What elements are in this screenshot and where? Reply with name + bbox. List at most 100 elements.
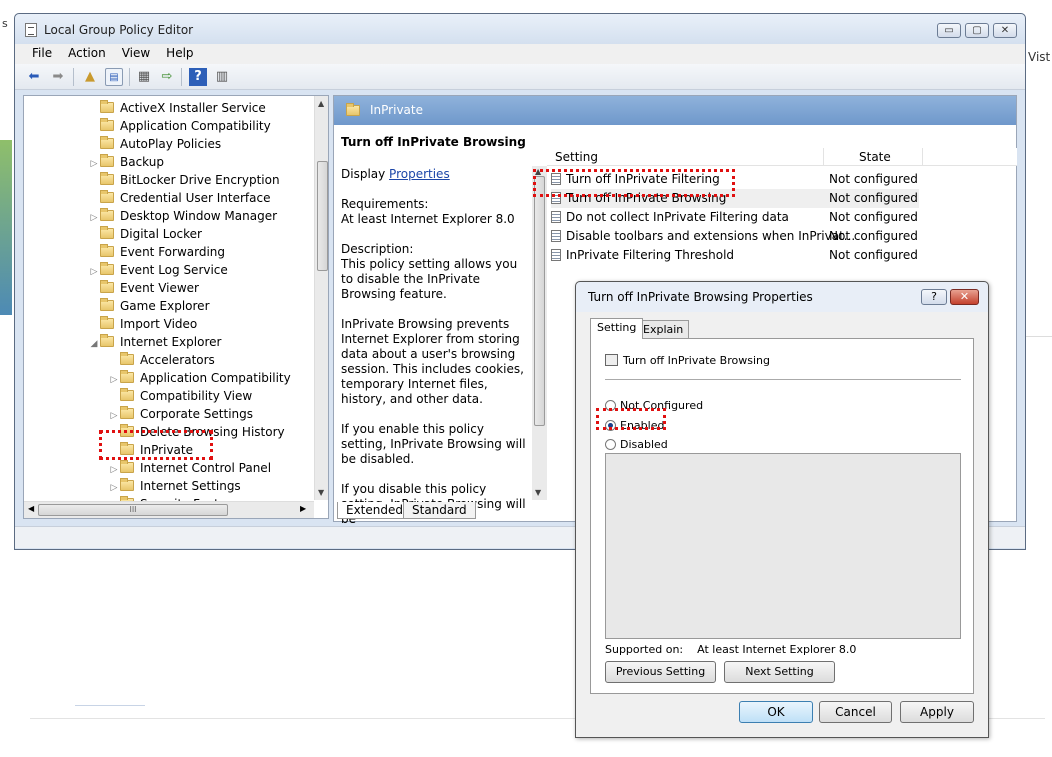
toolbar-separator [73, 68, 74, 86]
highlight-enabled-option [596, 408, 666, 430]
tree-item[interactable]: ▷ Corporate Settings [108, 405, 253, 423]
scroll-left-icon[interactable]: ◀ [28, 504, 34, 513]
supported-on: Supported on: At least Internet Explorer … [605, 643, 856, 656]
description-scrollbar[interactable]: ▲ ▼ [532, 166, 547, 500]
scroll-thumb[interactable] [534, 176, 545, 426]
tree-item[interactable]: Game Explorer [88, 297, 210, 315]
close-button[interactable]: ✕ [993, 23, 1017, 38]
tree-item[interactable]: ▷ Backup [88, 153, 164, 171]
properties-icon[interactable]: ▦ [135, 68, 153, 86]
folder-icon [100, 316, 114, 329]
tree-horizontal-scrollbar[interactable]: ◀ III ▶ [24, 501, 314, 518]
ok-button[interactable]: OK [739, 701, 813, 723]
description-text: If you enable this policy setting, InPri… [341, 422, 526, 466]
description-text: This policy setting allows you to disabl… [341, 257, 518, 301]
tree-item-label: Event Viewer [120, 281, 199, 295]
tree-item[interactable]: AutoPlay Policies [88, 135, 221, 153]
folder-icon [120, 370, 134, 383]
folder-icon [120, 352, 134, 365]
title-bar[interactable]: Local Group Policy Editor ▭ ▢ ✕ [15, 14, 1025, 44]
cancel-button[interactable]: Cancel [819, 701, 892, 723]
tree-item[interactable]: ▷ Application Compatibility [108, 369, 291, 387]
description-text: InPrivate Browsing prevents Internet Exp… [341, 317, 524, 406]
tree-item-label: Internet Explorer [120, 335, 222, 349]
menu-help[interactable]: Help [159, 44, 200, 64]
collapse-arrow-icon[interactable]: ◢ [88, 335, 100, 353]
forward-icon[interactable]: ➡ [49, 68, 67, 86]
next-setting-button[interactable]: Next Setting [724, 661, 835, 683]
tree-item-label: Backup [120, 155, 164, 169]
scroll-up-icon[interactable]: ▲ [318, 99, 324, 108]
show-hide-tree-icon[interactable]: ▤ [105, 68, 123, 86]
menu-view[interactable]: View [115, 44, 157, 64]
scroll-right-icon[interactable]: ▶ [300, 504, 306, 513]
scroll-down-icon[interactable]: ▼ [318, 488, 324, 497]
policy-description: Turn off InPrivate Browsing Display Prop… [341, 135, 531, 542]
tree-item[interactable]: BitLocker Drive Encryption [88, 171, 280, 189]
tree-item[interactable]: ▷ Internet Settings [108, 477, 241, 495]
apply-button[interactable]: Apply [900, 701, 974, 723]
tree-item[interactable]: Event Forwarding [88, 243, 225, 261]
back-icon[interactable]: ⬅ [25, 68, 43, 86]
radio-button-icon[interactable] [605, 439, 616, 450]
policy-row[interactable]: InPrivate Filtering Threshold Not configu… [551, 246, 919, 265]
tree-item[interactable]: ActiveX Installer Service [88, 99, 266, 117]
policy-setting-icon [551, 230, 561, 242]
tree-item[interactable]: ▷ Event Log Service [88, 261, 228, 279]
tree-item-label: Application Compatibility [140, 371, 291, 385]
scroll-thumb[interactable] [317, 161, 328, 271]
tree-vertical-scrollbar[interactable]: ▲ ▼ [314, 96, 328, 500]
help-icon[interactable]: ? [189, 68, 207, 86]
filter-icon[interactable]: ▥ [213, 68, 231, 86]
folder-icon [346, 103, 360, 116]
column-divider[interactable] [922, 148, 923, 166]
background-text-fragment: s [2, 17, 8, 30]
menu-file[interactable]: File [25, 44, 59, 64]
tree-item-label: Accelerators [140, 353, 215, 367]
supported-value: At least Internet Explorer 8.0 [697, 643, 857, 656]
tree-item[interactable]: Import Video [88, 315, 197, 333]
tree-item[interactable]: Event Viewer [88, 279, 199, 297]
tab-extended[interactable]: Extended [337, 502, 412, 519]
folder-icon [120, 478, 134, 491]
policy-title: Turn off InPrivate Browsing [605, 354, 770, 367]
tab-explain[interactable]: Explain [637, 320, 690, 338]
up-folder-icon[interactable]: ▲ [81, 68, 99, 86]
dialog-close-button[interactable]: ✕ [950, 289, 979, 305]
tree-item[interactable]: Compatibility View [108, 387, 252, 405]
comment-area[interactable] [605, 453, 961, 639]
folder-icon [100, 262, 114, 275]
tree-item[interactable]: Application Compatibility [88, 117, 271, 135]
policy-row[interactable]: Disable toolbars and extensions when InP… [551, 227, 919, 246]
tree-item[interactable]: ▷ Internet Control Panel [108, 459, 271, 477]
column-setting[interactable]: Setting [555, 150, 598, 164]
tree-item[interactable]: Credential User Interface [88, 189, 270, 207]
export-list-icon[interactable]: ⇨ [158, 68, 176, 86]
tree-item[interactable]: Digital Locker [88, 225, 202, 243]
help-button[interactable]: ? [921, 289, 947, 305]
radio-disabled[interactable]: Disabled [605, 438, 668, 454]
properties-link[interactable]: Properties [389, 167, 450, 181]
separator [605, 379, 961, 380]
folder-icon [120, 406, 134, 419]
tab-standard[interactable]: Standard [403, 502, 476, 519]
folder-icon [100, 280, 114, 293]
scroll-thumb[interactable]: III [38, 504, 228, 516]
tree-item[interactable]: Accelerators [108, 351, 215, 369]
tab-setting[interactable]: Setting [590, 318, 644, 339]
column-state[interactable]: State [859, 150, 891, 164]
tree-item[interactable]: ◢ Internet Explorer [88, 333, 221, 351]
column-divider[interactable] [823, 148, 824, 166]
menu-action[interactable]: Action [61, 44, 113, 64]
policy-editor-icon [25, 23, 37, 37]
previous-setting-button[interactable]: Previous Setting [605, 661, 716, 683]
maximize-button[interactable]: ▢ [965, 23, 989, 38]
minimize-button[interactable]: ▭ [937, 23, 961, 38]
tree-item[interactable]: ▷ Desktop Window Manager [88, 207, 277, 225]
toolbar-separator [129, 68, 130, 86]
tree-item-label: Event Log Service [120, 263, 228, 277]
policy-row[interactable]: Do not collect InPrivate Filtering data N… [551, 208, 919, 227]
tree-item-label: Game Explorer [120, 299, 210, 313]
folder-icon [100, 100, 114, 113]
scroll-down-icon[interactable]: ▼ [535, 488, 541, 497]
